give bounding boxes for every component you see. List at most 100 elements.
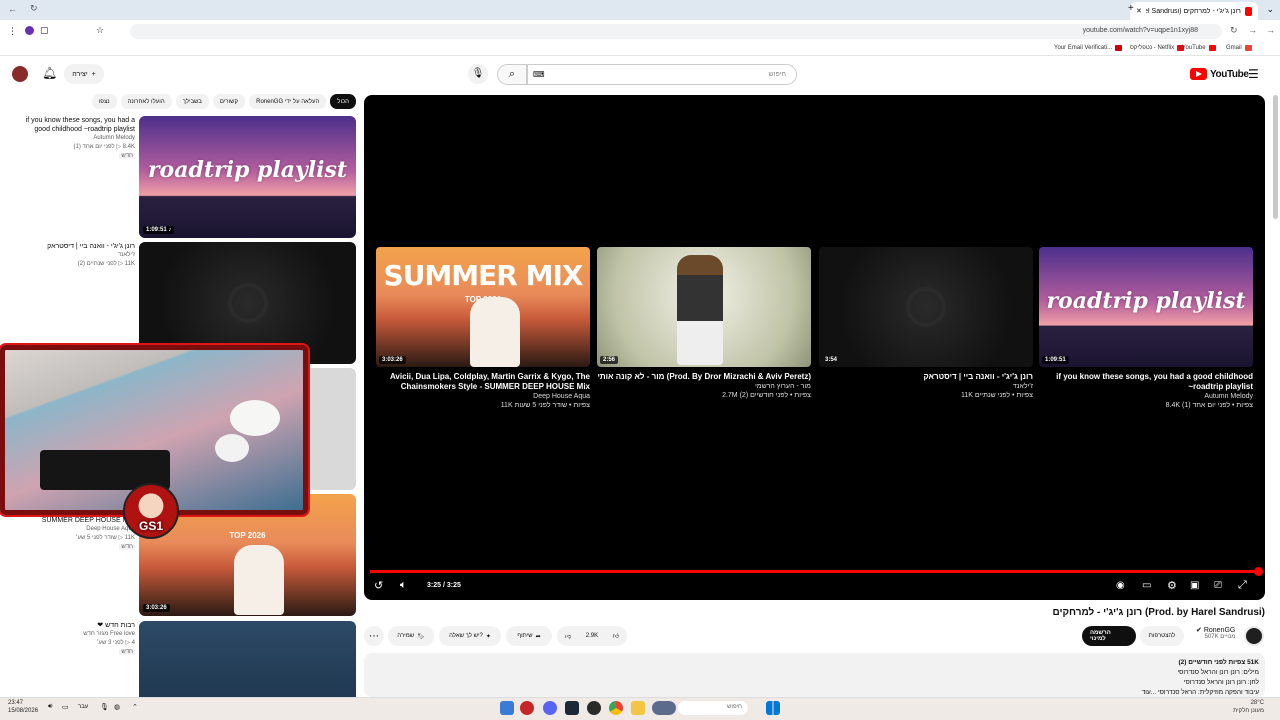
save-button[interactable]: שמירה 🔖︎ (388, 626, 434, 646)
description-box[interactable]: 51K צפיות לפני חודשיים (2) מילים: רונן ר… (364, 653, 1265, 697)
miniplayer-icon[interactable]: ▣ (1190, 580, 1199, 591)
taskbar-search[interactable]: חיפוש (678, 701, 748, 715)
back-icon[interactable]: ← (8, 4, 17, 14)
chip-for-you[interactable]: בשבילך (175, 94, 209, 109)
browser-tab[interactable]: רונן ג'יג'י - למרחקים (Prod. by Harel Sa… (1130, 2, 1258, 20)
weather-widget[interactable]: 28°C מעונן חלקית (1220, 699, 1264, 715)
chrome-icon[interactable] (609, 701, 623, 715)
create-button[interactable]: יצירה + (64, 64, 104, 84)
list-item[interactable]: roadtrip playlist 1:09:51 ♪ if you know t… (0, 116, 360, 240)
steam-icon[interactable] (565, 701, 579, 715)
bookmarks-bar: Your Email Verificati... נטפליקס - Netfl… (0, 42, 1280, 56)
channel-name: מור - הערוץ הרשמי (754, 383, 811, 390)
forward-icon[interactable]: → (1248, 25, 1257, 35)
back-arrow-icon[interactable]: → (1266, 25, 1275, 35)
system-clock[interactable]: 23:47 15/08/2026 (8, 699, 38, 715)
tab-list-icon[interactable]: ⌄ (1266, 4, 1274, 15)
youtube-logo[interactable]: YouTube (1190, 67, 1249, 81)
description-text: מילים: רונן רונן והראל סנדרוסי (1177, 669, 1259, 676)
video-player[interactable]: SUMMER MIXTOP 20263:03:26 Avicii, Dua Li… (364, 95, 1265, 600)
taskbar-app-icon[interactable] (500, 701, 514, 715)
chip-by-uploader[interactable]: RonenGG העלאה על ידי (249, 94, 327, 109)
taskbar-app-icon[interactable] (520, 701, 534, 715)
endscreen-card[interactable]: SUMMER MIXTOP 20263:03:26 Avicii, Dua Li… (376, 247, 590, 410)
volume-icon[interactable]: 🔈︎ (400, 579, 407, 592)
channel-info[interactable]: ✔ RonenGG 507K מנויים (1196, 626, 1235, 640)
account-avatar[interactable] (12, 66, 28, 82)
like-dislike-button[interactable]: 👎︎ 2.9K 👍︎ (557, 626, 627, 646)
progress-bar[interactable] (370, 567, 1263, 576)
subtitles-icon[interactable]: ▭ (1142, 580, 1151, 591)
close-tab-icon[interactable]: ✕ (1136, 7, 1142, 15)
video-title[interactable]: ❤ רבות חדש (10, 621, 135, 630)
endscreen-card[interactable]: roadtrip playlist 1:09:51 if you know the… (1039, 247, 1253, 410)
video-thumbnail: roadtrip playlist 1:09:51 (1039, 247, 1253, 367)
star-icon[interactable]: ☆ (96, 25, 104, 36)
new-tab-icon[interactable]: + (1128, 3, 1134, 14)
file-explorer-icon[interactable] (631, 701, 645, 715)
channel-name[interactable]: ז'ילאנד (10, 251, 135, 260)
more-actions-icon[interactable]: ⋯ (364, 626, 384, 646)
replay-icon[interactable]: ↺ (374, 579, 383, 592)
address-bar[interactable]: youtube.com/watch?v=uqpe1n1xyj88 (130, 24, 1222, 39)
windows-start-icon[interactable] (766, 701, 780, 715)
bookmark-item[interactable]: Your Email Verificati... (1054, 45, 1123, 51)
bookmark-item[interactable]: YouTube (1182, 45, 1216, 51)
chip-related[interactable]: קשורים (212, 94, 246, 109)
refresh-icon[interactable]: ↻ (1230, 25, 1238, 36)
channel-avatar[interactable] (1244, 626, 1264, 646)
new-badge: חדש (119, 153, 135, 159)
chip-watched[interactable]: נצפו (91, 94, 117, 109)
language-indicator[interactable]: עבר (78, 704, 88, 710)
mic-tray-icon[interactable]: 🎙︎ (100, 703, 109, 711)
video-title[interactable]: רונן ג'יג'י - וואנה ביי | דיסטראק (10, 242, 135, 251)
video-thumbnail[interactable] (139, 621, 356, 697)
network-tray-icon[interactable]: ▭ (62, 703, 69, 711)
like-icon[interactable]: 👍︎ (613, 632, 619, 640)
hamburger-menu-icon[interactable]: ☰ (1248, 67, 1259, 81)
search-button[interactable]: ⌕ (497, 64, 527, 85)
volume-tray-icon[interactable]: 🔊︎ (48, 703, 52, 711)
video-title[interactable]: SUMMER DEEP HOUSE MIX (10, 516, 135, 525)
dislike-icon[interactable]: 👎︎ (565, 632, 571, 640)
bookmark-item[interactable]: נטפליקס - Netflix (1130, 45, 1185, 51)
autoplay-toggle-icon[interactable]: ◉ (1116, 580, 1125, 591)
chip-all[interactable]: הכול (330, 94, 356, 109)
notifications-bell-icon[interactable]: 🔔︎ (42, 66, 57, 80)
voice-search-mic-icon[interactable]: 🎙︎ (468, 64, 488, 84)
share-button[interactable]: שיתוף ➦ (506, 626, 552, 646)
scrubber-handle[interactable] (1254, 567, 1263, 576)
list-item[interactable]: ❤ רבות חדש Free love מגזר חדש 4 ▷ לפני 3… (0, 621, 360, 697)
channel-name[interactable]: Free love מגזר חדש (10, 630, 135, 639)
endscreen-card[interactable]: 2:56 מור - לא קונה אותי (Prod. By Dror M… (597, 247, 811, 400)
video-thumbnail[interactable]: roadtrip playlist 1:09:51 ♪ (139, 116, 356, 238)
bookmark-item[interactable]: Gmail (1226, 45, 1252, 51)
channel-name[interactable]: Deep House Aqua (10, 525, 135, 534)
extension-icon[interactable]: ▢ (40, 25, 49, 36)
more-menu-icon[interactable]: ⋮ (8, 26, 17, 37)
taskbar-app-icon[interactable] (587, 701, 601, 715)
discord-icon[interactable] (543, 701, 557, 715)
video-title: רונן ג'יג'י - וואנה ביי | דיסטראק (923, 372, 1034, 381)
fullscreen-icon[interactable]: ⤢ (1238, 579, 1247, 592)
taskbar-app-icon[interactable] (652, 701, 676, 715)
subscribe-button[interactable]: הרשמה למינוי (1082, 626, 1136, 646)
search-input[interactable]: חיפוש (527, 64, 797, 85)
keyboard-icon[interactable]: ⌨ (533, 70, 545, 79)
duration-badge: 1:09:51 (1042, 356, 1069, 364)
cast-icon[interactable]: ⎚ (1214, 580, 1222, 591)
channel-name[interactable]: RonenGG (1204, 627, 1236, 634)
profile-icon[interactable] (25, 26, 34, 35)
reload-icon[interactable]: ↻ (30, 3, 38, 14)
app-tray-icon[interactable]: ◍ (114, 703, 120, 711)
settings-gear-icon[interactable]: ⚙ (1167, 579, 1177, 592)
video-stats: 11K צפיות • לפני שנתיים (960, 392, 1033, 399)
page-scrollbar[interactable] (1273, 95, 1278, 219)
show-hidden-icons[interactable]: ⌃ (132, 703, 138, 711)
video-title[interactable]: if you know these songs, you had a good … (10, 116, 135, 134)
channel-name[interactable]: Autumn Melody (10, 134, 135, 143)
join-button[interactable]: להצטרפות (1140, 626, 1184, 646)
chip-recent[interactable]: הועלו לאחרונה (120, 94, 172, 109)
endscreen-card[interactable]: 3:54 רונן ג'יג'י - וואנה ביי | דיסטראק ז'… (819, 247, 1033, 400)
ask-button[interactable]: יש לך שאלה? ✦ (439, 626, 501, 646)
